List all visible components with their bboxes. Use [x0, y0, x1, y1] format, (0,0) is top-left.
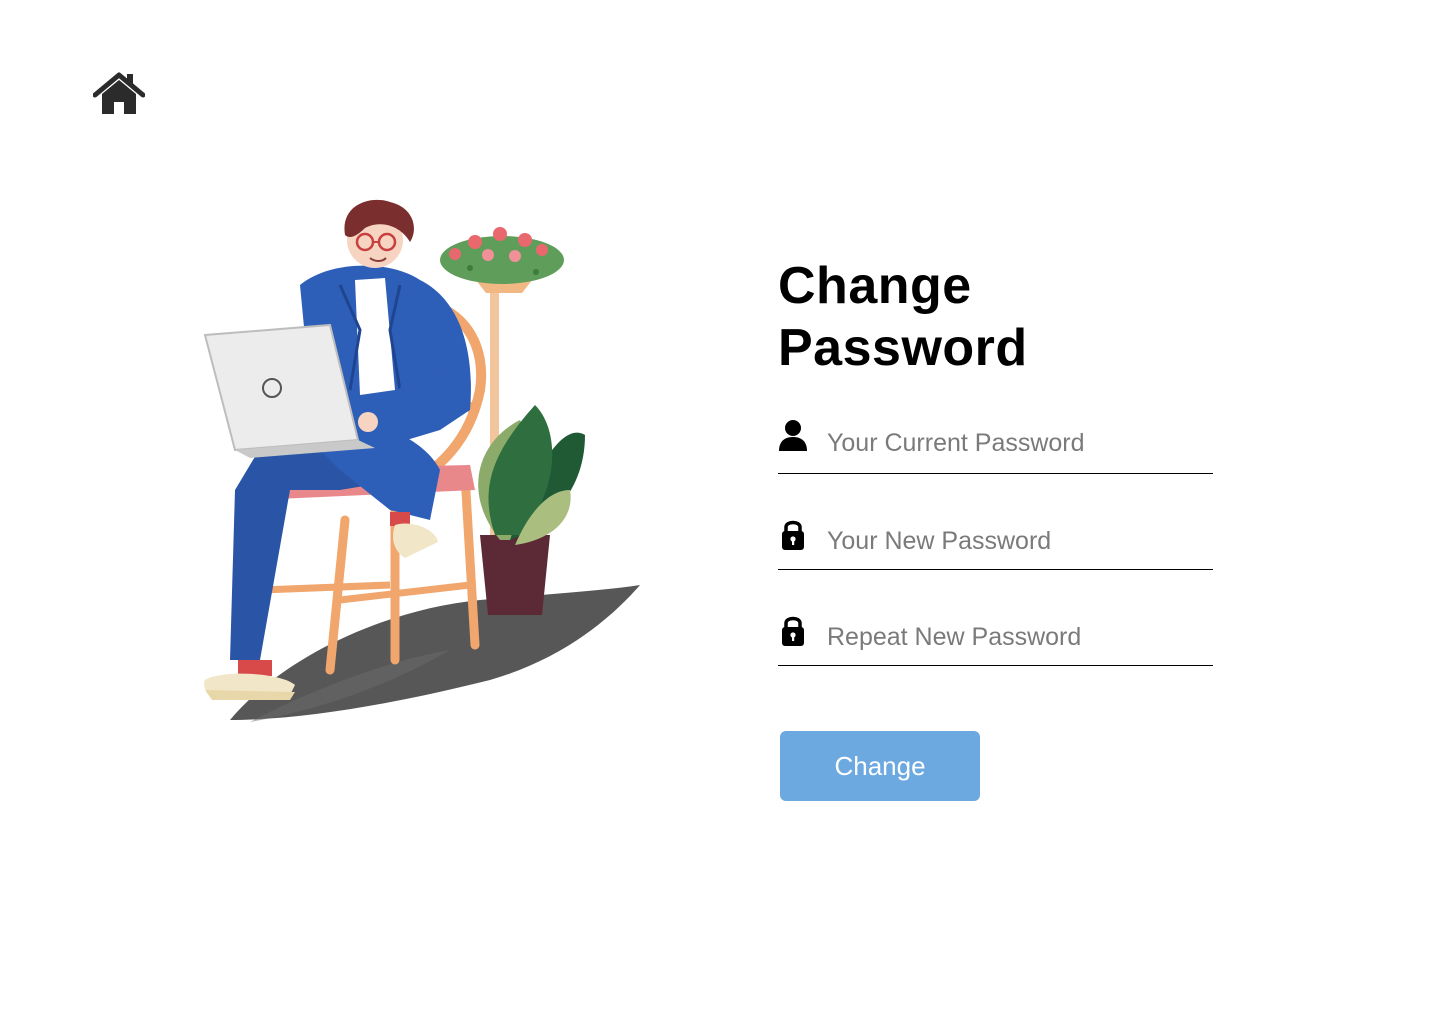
page-title: Change Password [778, 257, 1028, 377]
flower-cluster [440, 227, 564, 284]
lock-icon [782, 616, 804, 646]
user-icon [779, 420, 807, 451]
change-button[interactable]: Change [780, 731, 980, 801]
current-password-input[interactable] [827, 425, 1207, 461]
change-password-page: Change Password Change [0, 0, 1440, 1024]
new-password-field [778, 509, 1213, 570]
home-button[interactable] [92, 72, 146, 116]
current-password-field [778, 413, 1213, 474]
person-with-laptop-illustration [203, 199, 640, 722]
change-password-form: Change Password Change [778, 255, 1214, 801]
home-icon [92, 72, 146, 114]
lock-icon [782, 520, 804, 550]
repeat-password-input[interactable] [827, 619, 1207, 655]
repeat-password-field [778, 605, 1213, 666]
new-password-input[interactable] [827, 523, 1207, 559]
